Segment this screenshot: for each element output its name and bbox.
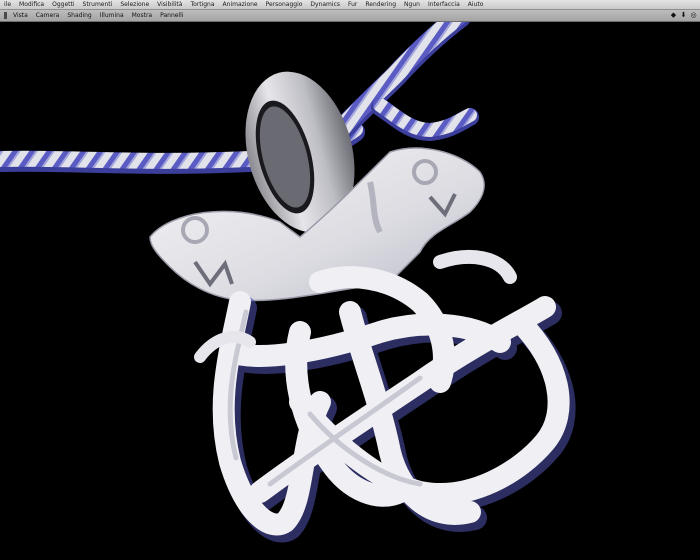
- viewport-panel-bar: Vista Camera Shading Illumina Mostra Pan…: [0, 10, 700, 22]
- menu-tortigna[interactable]: Tortigna: [186, 0, 218, 10]
- panel-menu-shading[interactable]: Shading: [63, 10, 95, 22]
- layout-four-icon[interactable]: ⬇: [680, 12, 687, 19]
- main-menu-bar: ile Modifica Oggetti Strumenti Selezione…: [0, 0, 700, 10]
- menu-selection[interactable]: Selezione: [116, 0, 153, 10]
- panel-menu-view[interactable]: Vista: [9, 10, 32, 22]
- panel-close-icon[interactable]: ◎: [690, 12, 697, 19]
- menu-dynamics[interactable]: Dynamics: [306, 0, 344, 10]
- panel-grip-icon: [4, 12, 7, 19]
- menu-interface[interactable]: Interfaccia: [424, 0, 464, 10]
- menu-animation[interactable]: Animazione: [219, 0, 262, 10]
- panel-menu-lighting[interactable]: Illumina: [96, 10, 128, 22]
- menu-fur[interactable]: Fur: [344, 0, 361, 10]
- panel-menu-camera[interactable]: Camera: [32, 10, 64, 22]
- menu-file[interactable]: ile: [0, 0, 15, 10]
- 3d-viewport[interactable]: [0, 22, 700, 560]
- panel-menu-show[interactable]: Mostra: [128, 10, 156, 22]
- panel-menu-panels[interactable]: Pannelli: [156, 10, 187, 22]
- menu-character[interactable]: Personaggio: [262, 0, 307, 10]
- menu-objects[interactable]: Oggetti: [48, 0, 78, 10]
- menu-visibility[interactable]: Visibilità: [153, 0, 186, 10]
- menu-ngun[interactable]: Ngun: [400, 0, 424, 10]
- rope-chain: [0, 22, 479, 174]
- pendant-render: [0, 22, 576, 543]
- layout-single-icon[interactable]: ◆: [670, 12, 677, 19]
- menu-help[interactable]: Aiuto: [464, 0, 488, 10]
- menu-rendering[interactable]: Rendering: [361, 0, 400, 10]
- menu-edit[interactable]: Modifica: [15, 0, 48, 10]
- menu-tools[interactable]: Strumenti: [79, 0, 117, 10]
